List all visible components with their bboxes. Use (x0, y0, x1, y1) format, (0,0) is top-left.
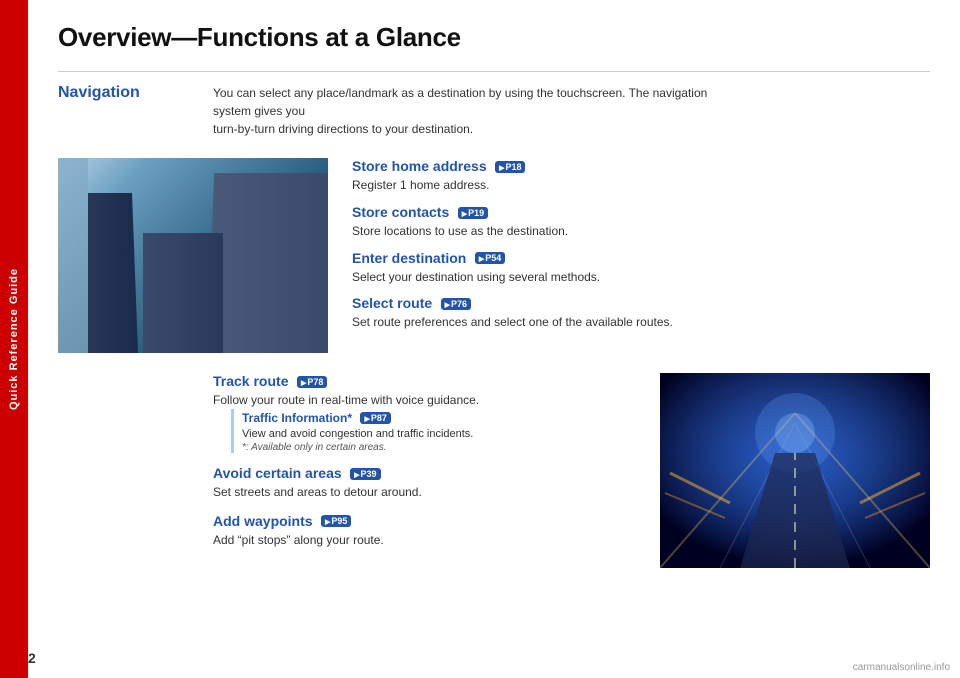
feature-store-home-desc: Register 1 home address. (352, 177, 930, 194)
feature-enter-destination-badge: P54 (475, 252, 505, 264)
feature-select-route-desc: Set route preferences and select one of … (352, 314, 930, 331)
page-number: 2 (28, 650, 36, 666)
feature-enter-destination-title: Enter destination (352, 250, 466, 266)
lower-area: Track route P78 Follow your route in rea… (213, 373, 930, 568)
feature-avoid-areas-desc: Set streets and areas to detour around. (213, 484, 636, 501)
feature-store-contacts: Store contacts P19 Store locations to us… (352, 204, 930, 240)
building-overlay2 (58, 158, 88, 353)
feature-track-route-title: Track route (213, 373, 288, 389)
feature-add-waypoints-desc: Add “pit stops” along your route. (213, 532, 636, 549)
feature-select-route-title: Select route (352, 295, 432, 311)
feature-track-route: Track route P78 Follow your route in rea… (213, 373, 636, 453)
building-image (58, 158, 328, 353)
feature-select-route: Select route P76 Set route preferences a… (352, 295, 930, 331)
sub-feature-traffic-note: *: Available only in certain areas. (242, 442, 636, 453)
page-title: Overview—Functions at a Glance (58, 22, 930, 53)
feature-add-waypoints-title: Add waypoints (213, 513, 313, 529)
feature-store-home-badge: P18 (495, 161, 525, 173)
feature-select-route-badge: P76 (441, 298, 471, 310)
sidebar: Quick Reference Guide (0, 0, 28, 678)
feature-store-home: Store home address P18 Register 1 home a… (352, 158, 930, 194)
feature-avoid-areas-badge: P39 (350, 468, 380, 480)
feature-track-route-desc: Follow your route in real-time with voic… (213, 392, 636, 409)
navigation-description: You can select any place/landmark as a d… (213, 84, 713, 138)
road-image (660, 373, 930, 568)
feature-track-route-badge: P78 (297, 376, 327, 388)
nav-section: Navigation You can select any place/land… (58, 84, 930, 138)
lower-features-list: Track route P78 Follow your route in rea… (213, 373, 636, 568)
feature-store-contacts-desc: Store locations to use as the destinatio… (352, 223, 930, 240)
title-divider (58, 71, 930, 72)
sub-feature-traffic-badge: P87 (360, 412, 390, 424)
sidebar-label: Quick Reference Guide (8, 268, 20, 410)
sub-feature-traffic-title: Traffic Information* (242, 411, 352, 425)
sub-feature-traffic: Traffic Information* P87 View and avoid … (231, 409, 636, 453)
upper-area: Store home address P18 Register 1 home a… (58, 158, 930, 353)
upper-features-list: Store home address P18 Register 1 home a… (352, 158, 930, 353)
building-overlay (208, 173, 328, 353)
feature-add-waypoints-badge: P95 (321, 515, 351, 527)
feature-avoid-areas-title: Avoid certain areas (213, 465, 342, 481)
feature-add-waypoints: Add waypoints P95 Add “pit stops” along … (213, 513, 636, 549)
watermark: carmanualsonline.info (853, 662, 950, 673)
feature-store-contacts-title: Store contacts (352, 204, 449, 220)
navigation-label: Navigation (58, 84, 213, 102)
feature-enter-destination: Enter destination P54 Select your destin… (352, 250, 930, 286)
sub-feature-traffic-desc: View and avoid congestion and traffic in… (242, 428, 636, 440)
feature-enter-destination-desc: Select your destination using several me… (352, 269, 930, 286)
main-content: Overview—Functions at a Glance Navigatio… (28, 0, 960, 678)
feature-store-contacts-badge: P19 (458, 207, 488, 219)
feature-store-home-title: Store home address (352, 158, 487, 174)
feature-avoid-areas: Avoid certain areas P39 Set streets and … (213, 465, 636, 501)
